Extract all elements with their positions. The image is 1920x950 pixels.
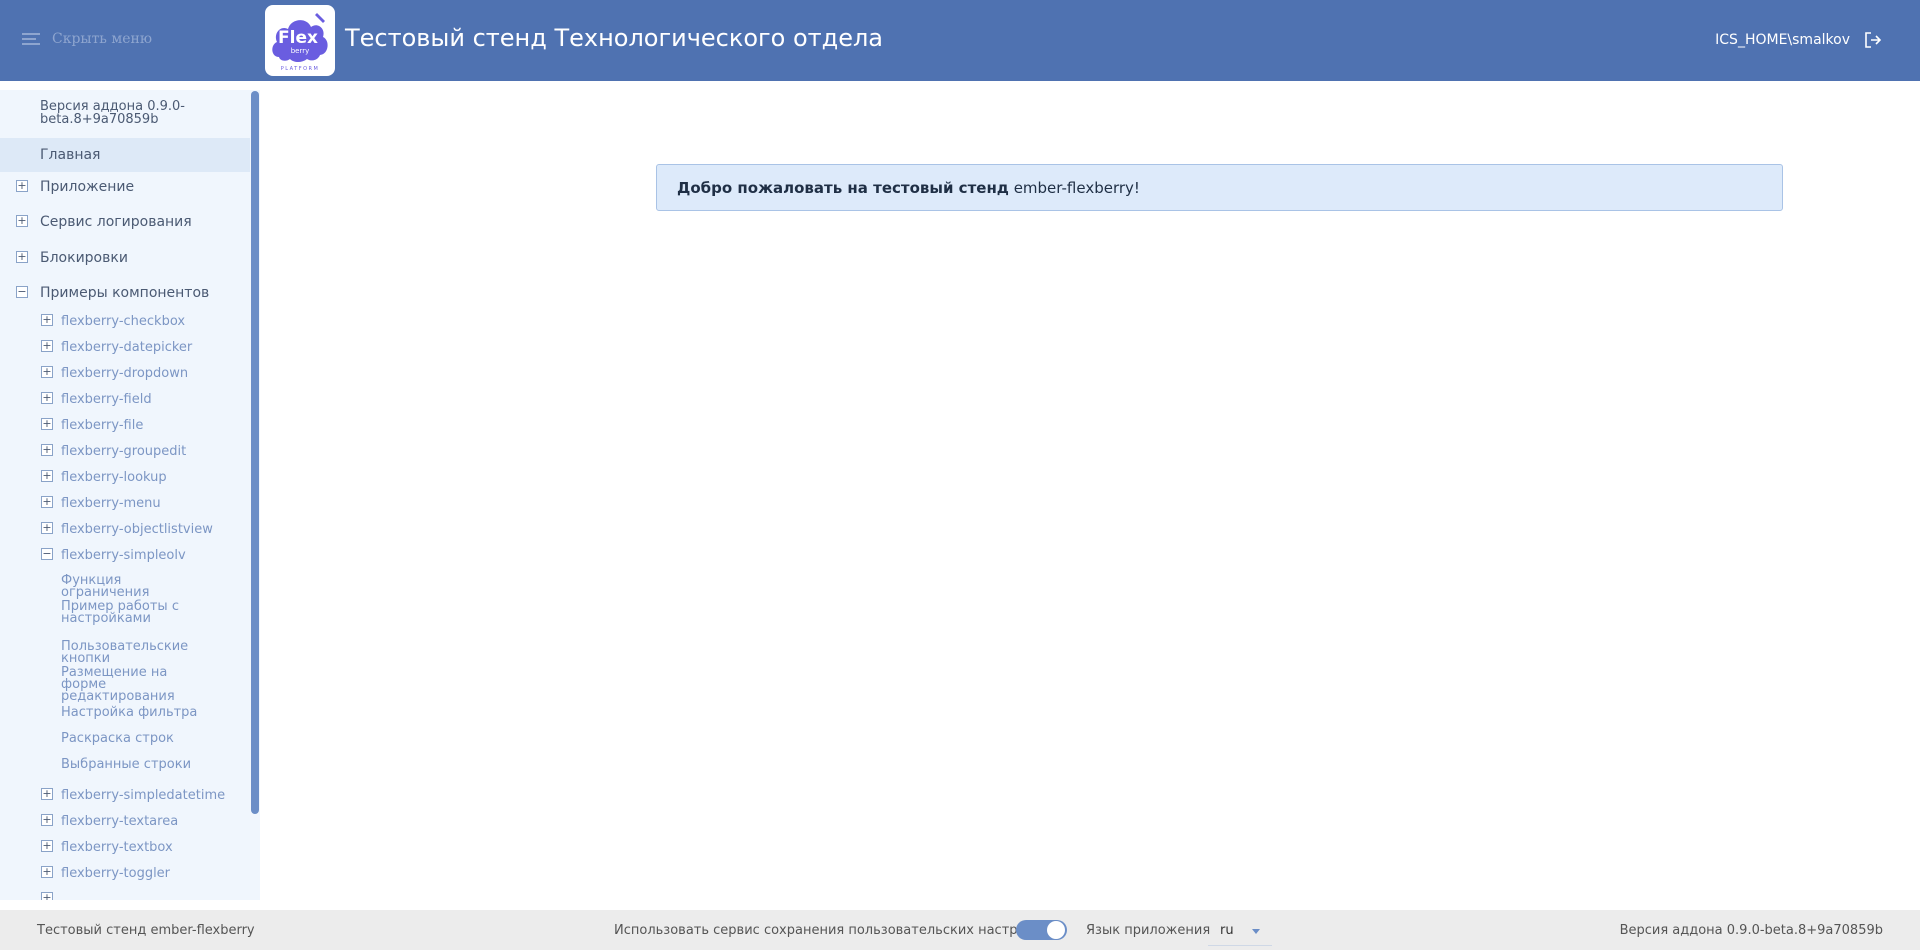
expand-icon[interactable]: + [41,496,53,508]
expand-icon[interactable]: + [41,866,53,878]
expand-icon[interactable]: + [41,788,53,800]
sidebar-version: Версия аддона 0.9.0-beta.8+9a70859b [40,99,185,127]
flexberry-logo-icon: Flex berry PLATFORM [272,13,328,72]
expand-icon[interactable]: + [41,814,53,826]
expand-icon[interactable]: + [41,470,53,482]
sidebar-item-home[interactable]: Главная [0,138,250,172]
sidebar-link-row-coloring[interactable]: Раскраска строк [61,732,211,745]
flexberry-logo[interactable]: Flex berry PLATFORM [265,5,335,76]
expand-icon[interactable]: + [16,215,28,227]
chevron-down-icon [1252,929,1260,934]
logout-icon[interactable] [1864,31,1882,49]
sidebar-link-selected-rows[interactable]: Выбранные строки [61,758,211,771]
welcome-message: Добро пожаловать на тестовый стенд ember… [656,164,1783,211]
language-value: ru [1220,923,1234,938]
sidebar-item-components[interactable]: − Примеры компонентов [0,285,250,316]
app-footer: Тестовый стенд ember-flexberry Использов… [0,910,1920,950]
sidebar-link-filter-settings[interactable]: Настройка фильтра [61,706,211,719]
expand-icon[interactable]: + [41,314,53,326]
logo-text: Flex [278,28,318,48]
sidebar-item-locks[interactable]: + Блокировки [0,250,250,281]
expand-icon[interactable]: + [16,180,28,192]
user-settings-label: Использовать сервис сохранения пользоват… [614,923,1042,938]
logo-platform: PLATFORM [281,66,320,72]
expand-icon[interactable]: + [41,522,53,534]
welcome-text: Добро пожаловать на тестовый стенд ember… [677,179,1140,197]
hide-menu-button[interactable]: Скрыть меню [22,31,152,47]
expand-icon[interactable]: + [41,392,53,404]
collapse-icon[interactable]: − [16,286,28,298]
expand-icon[interactable]: + [41,840,53,852]
welcome-text-rest: ember-flexberry! [1008,179,1140,197]
footer-version: Версия аддона 0.9.0-beta.8+9a70859b [1619,923,1883,938]
hide-menu-label: Скрыть меню [52,31,153,47]
sidebar-link-custom-buttons[interactable]: Пользовательские кнопки [61,640,211,665]
sidebar-item-app[interactable]: + Приложение [0,179,250,210]
expand-icon[interactable]: + [41,340,53,352]
expand-icon[interactable]: + [41,892,53,900]
expand-icon[interactable]: + [41,366,53,378]
expand-icon[interactable]: + [41,418,53,430]
sidebar-link-edit-form-placement[interactable]: Размещение на форме редактирования [61,666,211,703]
language-label: Язык приложения [1086,923,1211,938]
toggle-knob [1047,921,1065,939]
hamburger-icon [22,32,40,46]
sidebar-scrollbar[interactable] [251,91,259,814]
footer-app-name: Тестовый стенд ember-flexberry [37,923,255,938]
welcome-text-bold: Добро пожаловать на тестовый стенд [677,179,1009,197]
sidebar-link-restriction[interactable]: Функция ограничения [61,574,211,599]
page-title: Тестовый стенд Технологического отдела [345,24,884,52]
sidebar-link-settings-example[interactable]: Пример работы с настройками [61,600,211,625]
user-settings-toggle[interactable] [1016,920,1067,940]
user-area: ICS_HOME\smalkov [1715,31,1882,49]
sidebar: Версия аддона 0.9.0-beta.8+9a70859b Глав… [0,90,260,900]
app-header: Скрыть меню Flex berry PLATFORM Тестовый… [0,0,1920,81]
expand-icon[interactable]: + [16,251,28,263]
collapse-icon[interactable]: − [41,548,53,560]
user-name[interactable]: ICS_HOME\smalkov [1715,32,1850,48]
sidebar-item-logging[interactable]: + Сервис логирования [0,214,250,245]
language-dropdown[interactable]: ru [1208,918,1272,946]
logo-subtext: berry [291,47,310,55]
expand-icon[interactable]: + [41,444,53,456]
